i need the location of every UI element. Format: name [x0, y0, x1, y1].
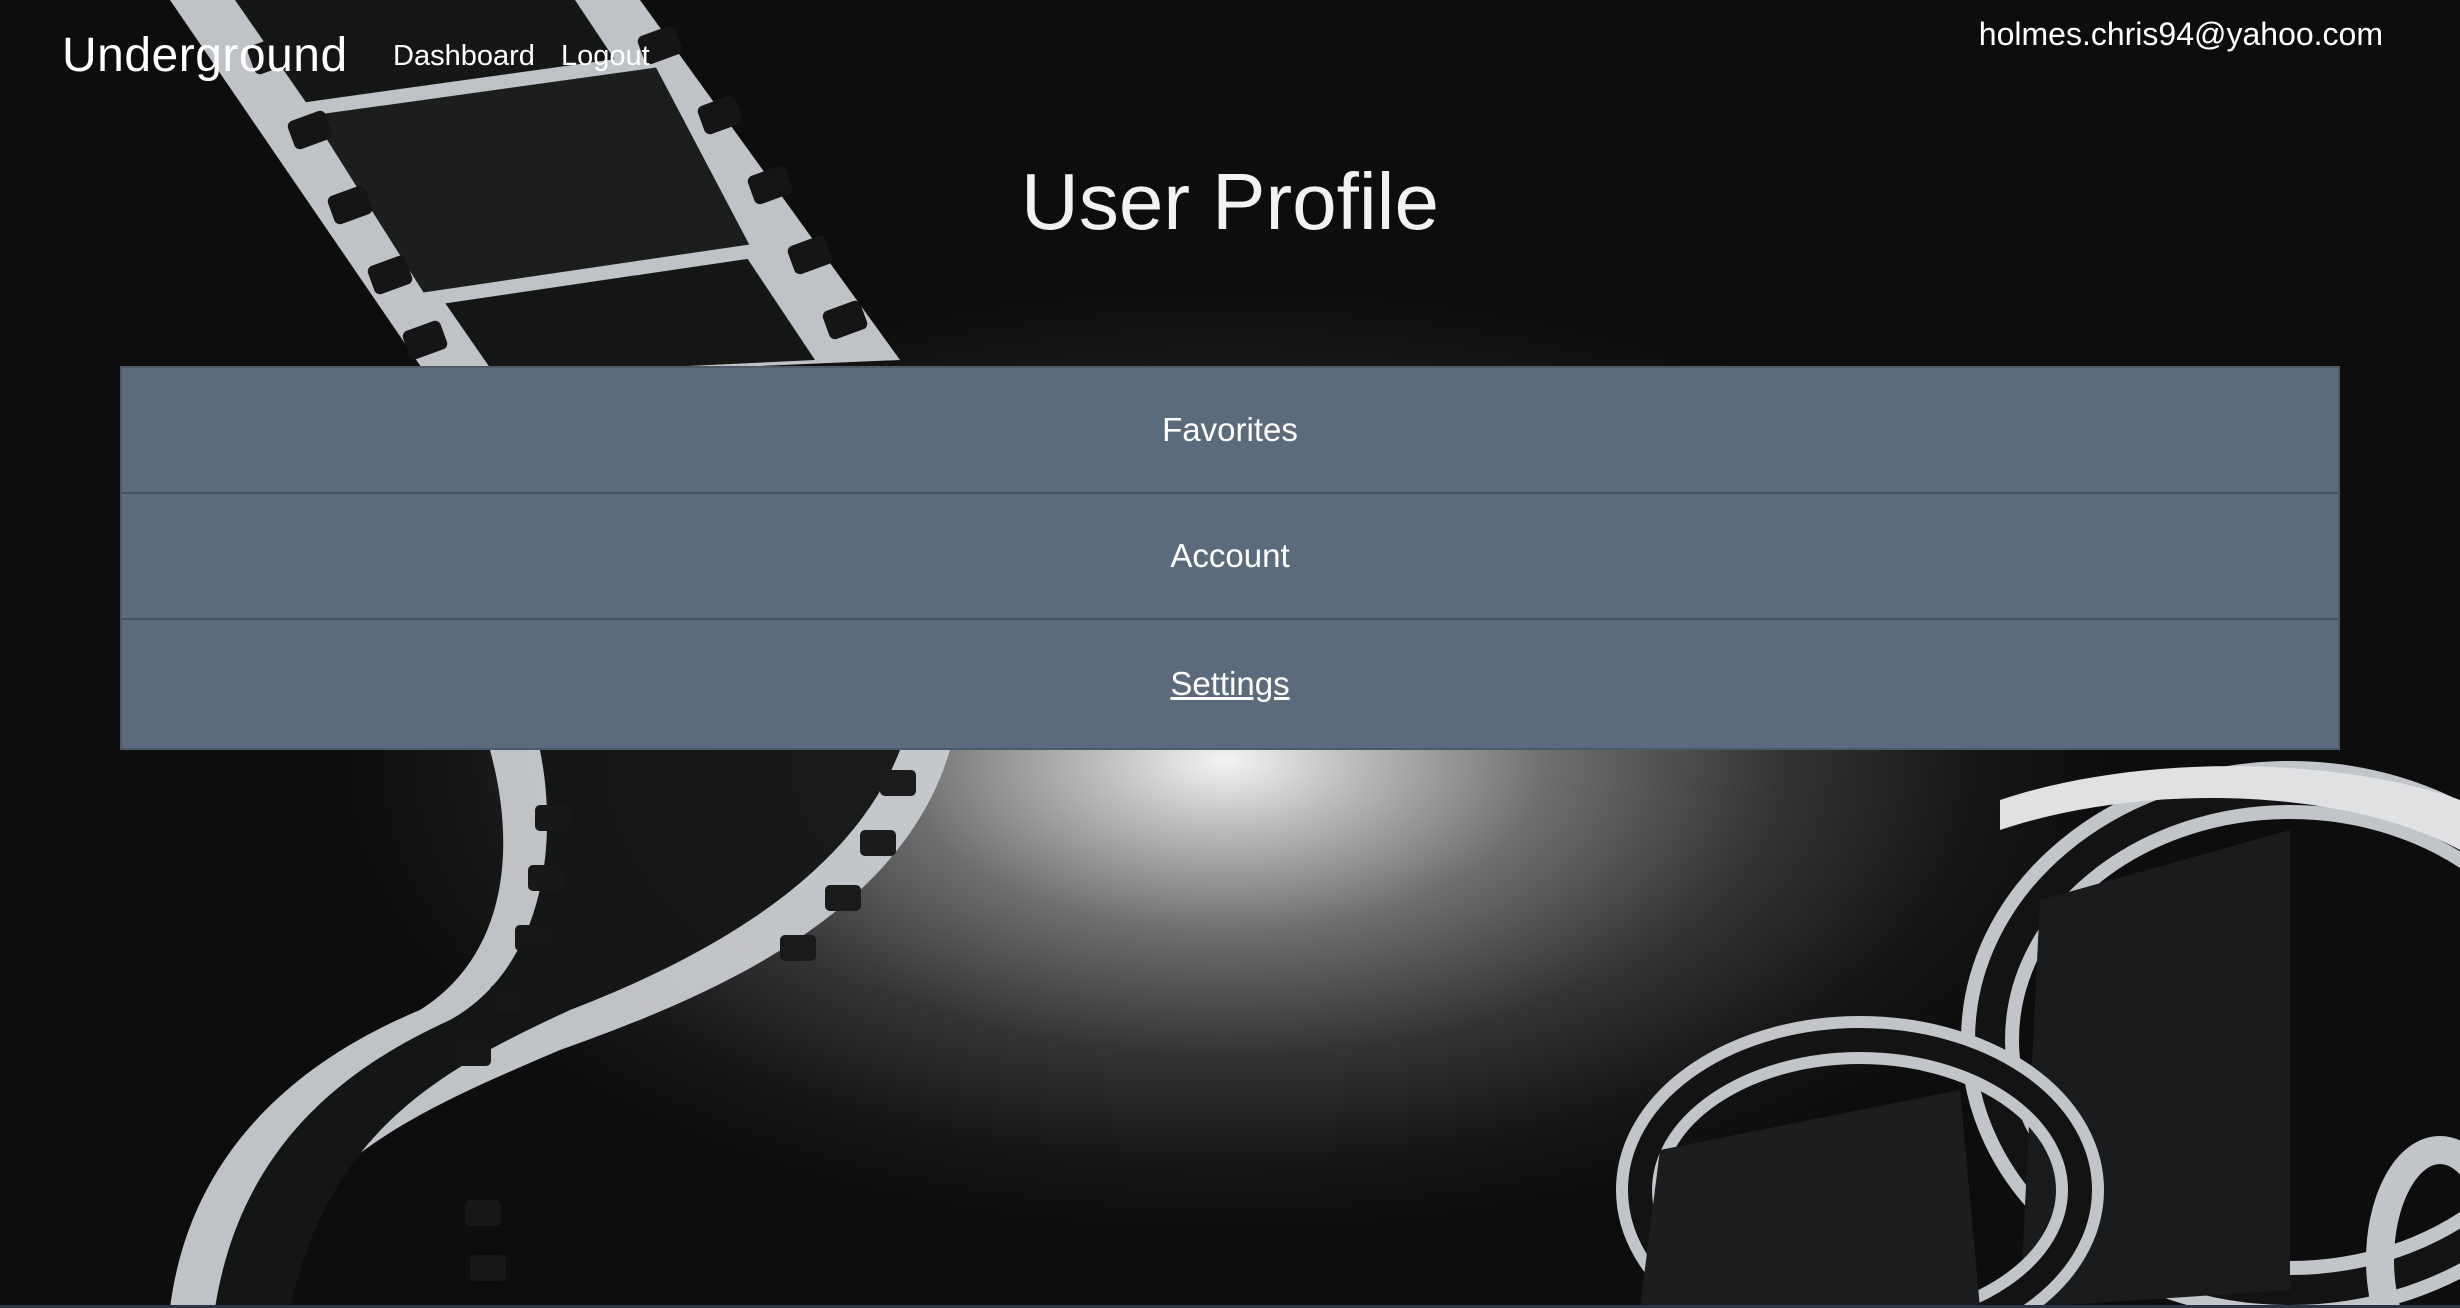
- menu-item-account[interactable]: Account: [122, 494, 2338, 620]
- page-title: User Profile: [1021, 157, 1439, 246]
- film-strip-bottom-left: [170, 750, 950, 1308]
- nav-link-dashboard[interactable]: Dashboard: [393, 40, 535, 73]
- profile-menu: Favorites Account Settings: [120, 366, 2340, 750]
- user-email: holmes.chris94@yahoo.com: [1978, 16, 2383, 52]
- menu-item-settings[interactable]: Settings: [122, 620, 2338, 748]
- menu-item-label: Account: [1170, 537, 1290, 574]
- film-reels-bottom-right: [1616, 761, 2460, 1308]
- menu-item-favorites[interactable]: Favorites: [122, 368, 2338, 494]
- brand-logo[interactable]: Underground: [62, 28, 348, 83]
- menu-item-label: Favorites: [1162, 411, 1298, 448]
- top-navbar: Underground Dashboard Logout holmes.chri…: [0, 0, 2460, 120]
- nav-link-logout[interactable]: Logout: [561, 40, 650, 73]
- menu-item-label: Settings: [1170, 665, 1290, 702]
